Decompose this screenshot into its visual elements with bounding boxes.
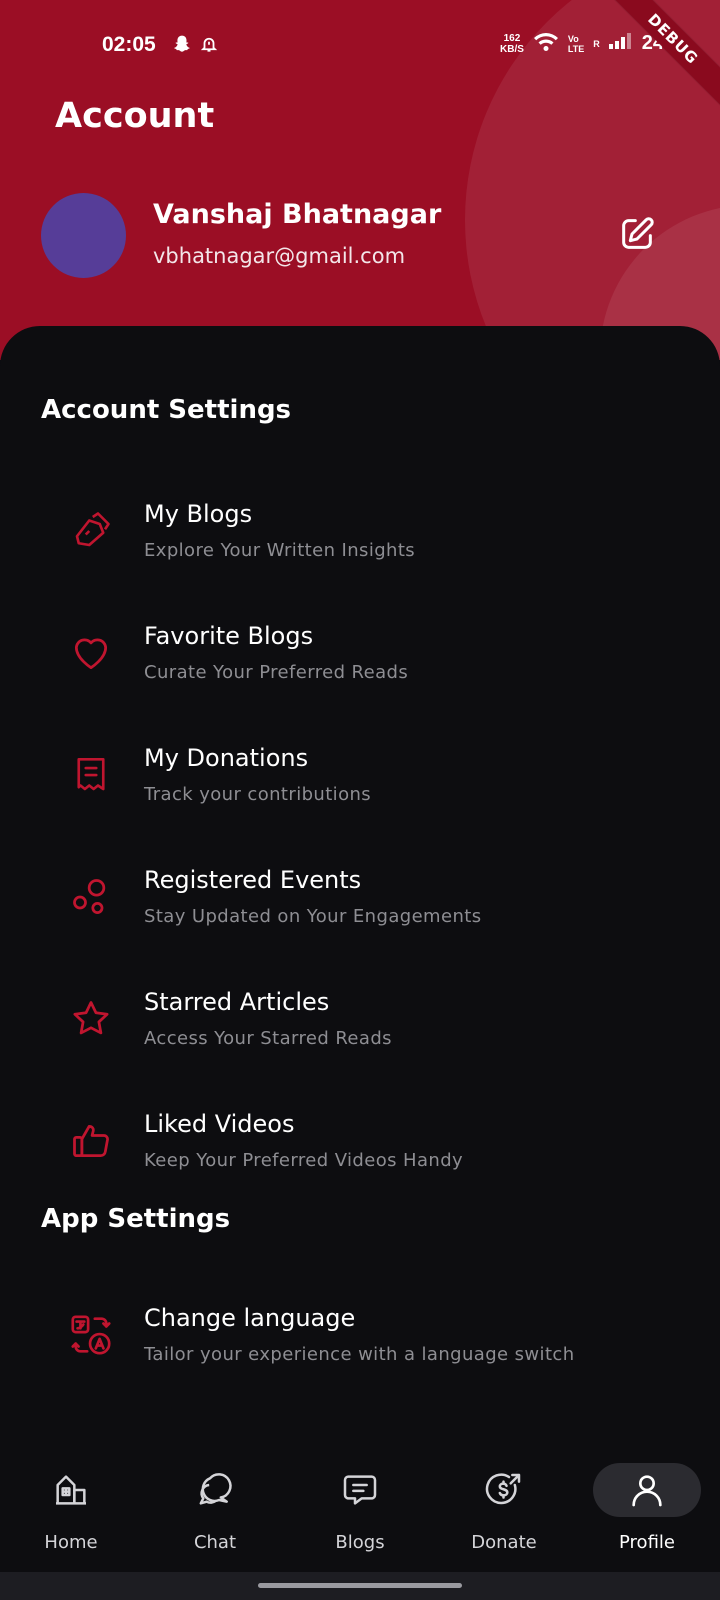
- snapchat-icon: [172, 34, 192, 59]
- menu-item-subtitle: Access Your Starred Reads: [144, 1028, 392, 1049]
- donate-icon: [484, 1470, 524, 1514]
- menu-item-subtitle: Stay Updated on Your Engagements: [144, 906, 482, 927]
- user-name: Vanshaj Bhatnagar: [153, 199, 442, 230]
- menu-item-subtitle: Tailor your experience with a language s…: [144, 1344, 575, 1365]
- menu-item-subtitle: Explore Your Written Insights: [144, 540, 416, 561]
- menu-item-favorite-blogs[interactable]: Favorite Blogs Curate Your Preferred Rea…: [60, 614, 680, 714]
- menu-item-subtitle: Curate Your Preferred Reads: [144, 662, 409, 683]
- home-gesture-handle[interactable]: [258, 1583, 462, 1588]
- nav-profile[interactable]: Profile: [587, 1446, 707, 1572]
- blogs-icon: [340, 1470, 380, 1514]
- account-settings-title: Account Settings: [41, 395, 292, 425]
- avatar[interactable]: [41, 193, 126, 278]
- system-navigation-bar: [0, 1572, 720, 1600]
- menu-item-starred-articles[interactable]: Starred Articles Access Your Starred Rea…: [60, 980, 680, 1080]
- translate-icon: [68, 1312, 114, 1358]
- menu-item-subtitle: Track your contributions: [144, 784, 372, 805]
- nav-label: Chat: [193, 1532, 237, 1553]
- receipt-icon: [68, 752, 114, 798]
- nav-chat[interactable]: Chat: [155, 1446, 275, 1572]
- alarm-icon: [200, 34, 218, 59]
- pen-icon: [68, 508, 114, 554]
- nav-label: Profile: [619, 1532, 675, 1553]
- settings-panel: Account Settings My Blogs Explore Your W…: [0, 326, 720, 1466]
- heart-icon: [68, 630, 114, 676]
- menu-item-change-language[interactable]: Change language Tailor your experience w…: [60, 1296, 680, 1396]
- nav-label: Blogs: [335, 1532, 385, 1553]
- home-icon: [51, 1470, 91, 1514]
- edit-profile-button[interactable]: [615, 214, 659, 258]
- menu-item-title: Change language: [144, 1304, 356, 1332]
- nav-home[interactable]: Home: [11, 1446, 131, 1572]
- menu-item-liked-videos[interactable]: Liked Videos Keep Your Preferred Videos …: [60, 1102, 680, 1202]
- menu-item-title: Starred Articles: [144, 988, 330, 1016]
- menu-item-my-donations[interactable]: My Donations Track your contributions: [60, 736, 680, 836]
- bottom-navigation: Home Chat Blogs Donate Profile: [0, 1446, 720, 1572]
- nav-blogs[interactable]: Blogs: [300, 1446, 420, 1572]
- profile-header: 02:05 162 KB/S Vo LTE R Account Vanshaj …: [0, 0, 720, 360]
- menu-item-title: Registered Events: [144, 866, 362, 894]
- thumbs-up-icon: [68, 1118, 114, 1164]
- bubbles-icon: [68, 874, 114, 920]
- profile-icon: [627, 1470, 667, 1514]
- menu-item-title: Favorite Blogs: [144, 622, 314, 650]
- wifi-icon: [533, 30, 559, 57]
- menu-item-title: My Donations: [144, 744, 309, 772]
- volte-indicator: Vo LTE: [567, 33, 585, 54]
- menu-item-my-blogs[interactable]: My Blogs Explore Your Written Insights: [60, 492, 680, 592]
- user-email: vbhatnagar@gmail.com: [153, 244, 406, 268]
- star-icon: [68, 996, 114, 1042]
- menu-item-title: My Blogs: [144, 500, 253, 528]
- nav-label: Home: [44, 1532, 98, 1553]
- edit-icon: [617, 214, 657, 258]
- chat-icon: [195, 1470, 235, 1514]
- menu-item-subtitle: Keep Your Preferred Videos Handy: [144, 1150, 464, 1171]
- page-title: Account: [55, 96, 215, 136]
- status-bar: 02:05 162 KB/S Vo LTE R: [0, 28, 720, 64]
- nav-donate[interactable]: Donate: [444, 1446, 564, 1572]
- signal-icon: [608, 33, 631, 54]
- status-time: 02:05: [102, 33, 156, 56]
- menu-item-registered-events[interactable]: Registered Events Stay Updated on Your E…: [60, 858, 680, 958]
- menu-item-title: Liked Videos: [144, 1110, 295, 1138]
- app-settings-title: App Settings: [41, 1204, 231, 1234]
- nav-label: Donate: [471, 1532, 537, 1553]
- roaming-indicator: R: [593, 38, 600, 49]
- network-speed: 162 KB/S: [500, 32, 524, 55]
